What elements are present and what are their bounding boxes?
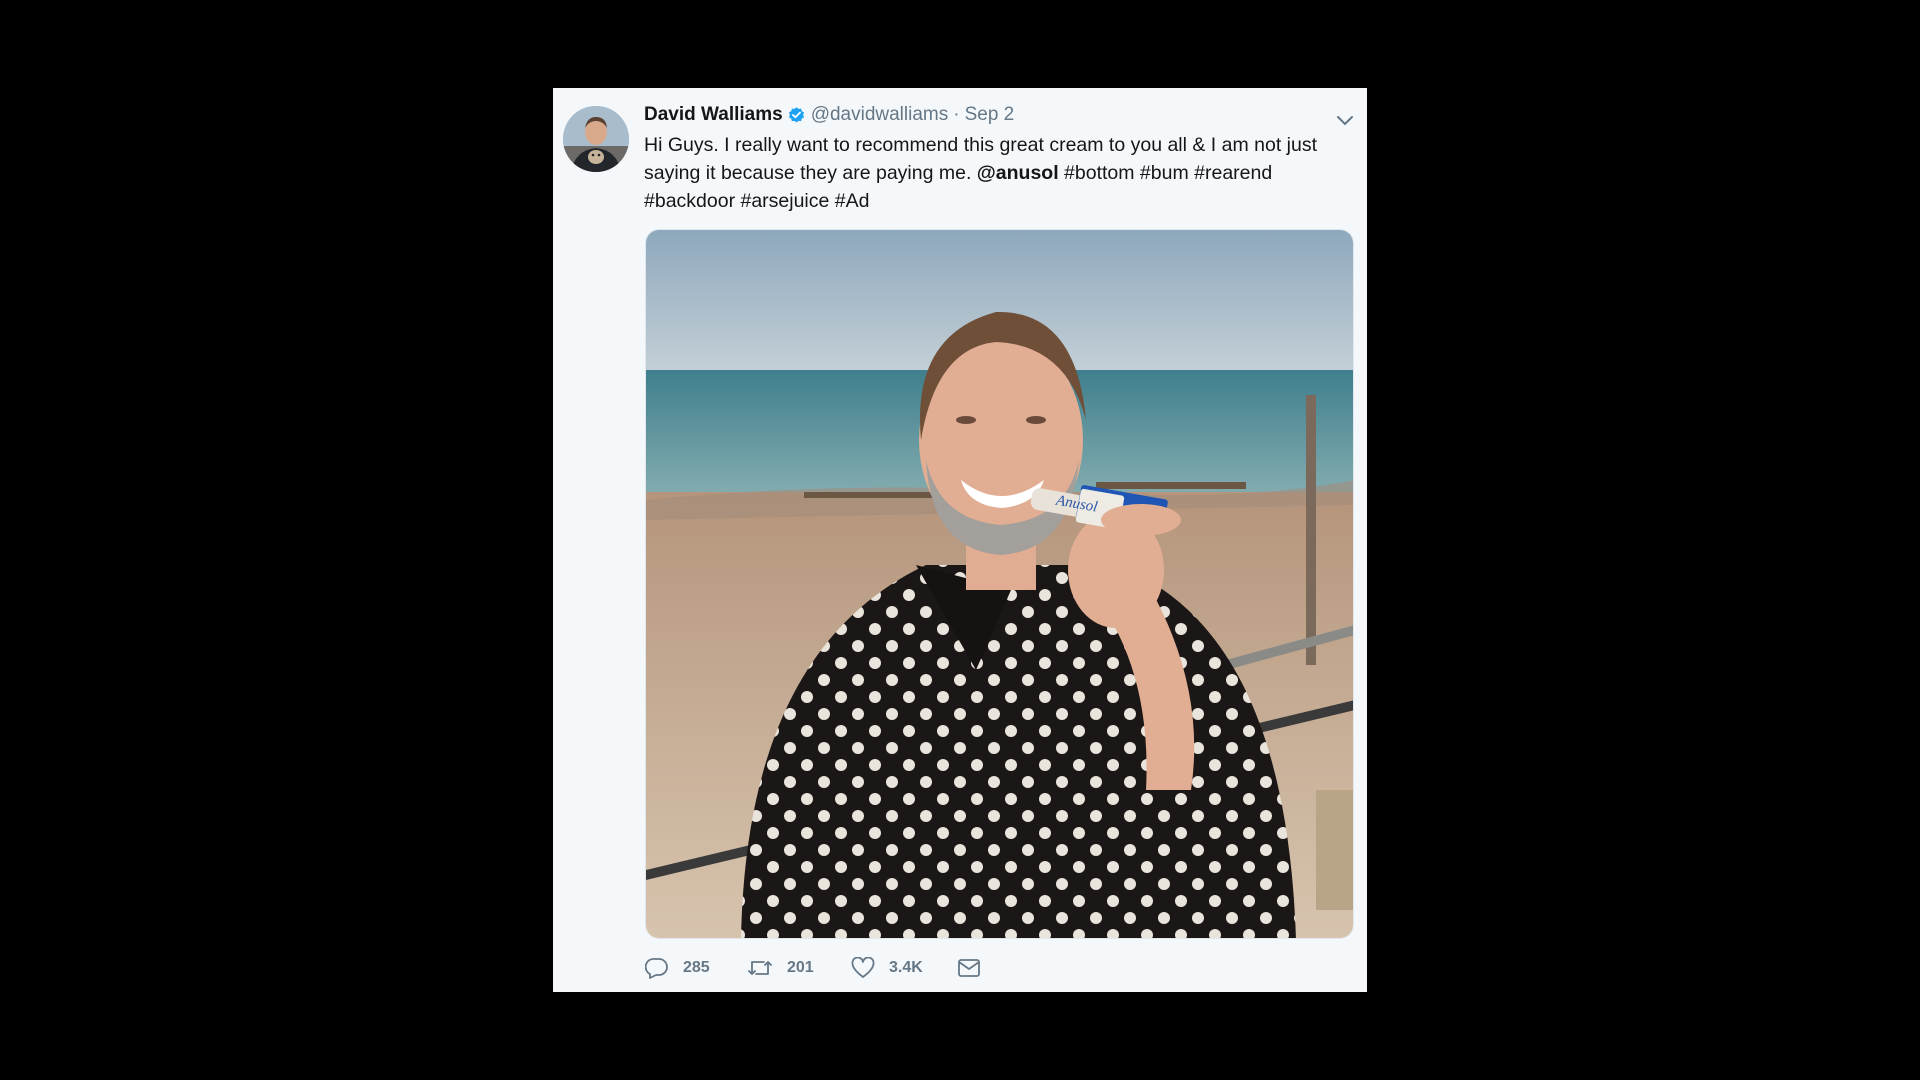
tweet-date[interactable]: Sep 2 xyxy=(965,104,1015,126)
tweet-content: David Walliams @davidwalliams · Sep 2 Hi… xyxy=(644,103,1354,215)
direct-message-button[interactable] xyxy=(957,958,995,978)
tweet-header: David Walliams @davidwalliams · Sep 2 xyxy=(644,103,1354,127)
envelope-icon xyxy=(957,959,980,977)
chevron-down-icon[interactable] xyxy=(1336,111,1354,126)
like-button[interactable]: 3.4K xyxy=(851,957,923,979)
tweet-card[interactable]: David Walliams @davidwalliams · Sep 2 Hi… xyxy=(553,88,1367,992)
separator-dot: · xyxy=(953,104,960,125)
tweet-text: Hi Guys. I really want to recommend this… xyxy=(644,131,1344,215)
reply-count: 285 xyxy=(683,959,710,976)
like-count: 3.4K xyxy=(889,959,923,976)
avatar[interactable] xyxy=(563,106,629,172)
tweet-actions: 285 201 3.4K xyxy=(645,954,1029,982)
reply-button[interactable]: 285 xyxy=(645,957,713,979)
reply-icon xyxy=(645,958,668,979)
retweet-button[interactable]: 201 xyxy=(747,957,817,979)
author-display-name[interactable]: David Walliams xyxy=(644,104,783,126)
heart-icon xyxy=(851,957,875,978)
mention-link[interactable]: @anusol xyxy=(977,162,1059,184)
tweet-photo[interactable]: Anusol xyxy=(645,229,1354,939)
retweet-count: 201 xyxy=(787,959,814,976)
retweet-icon xyxy=(748,961,772,975)
author-handle[interactable]: @davidwalliams xyxy=(811,104,949,126)
verified-badge-icon xyxy=(787,106,806,125)
